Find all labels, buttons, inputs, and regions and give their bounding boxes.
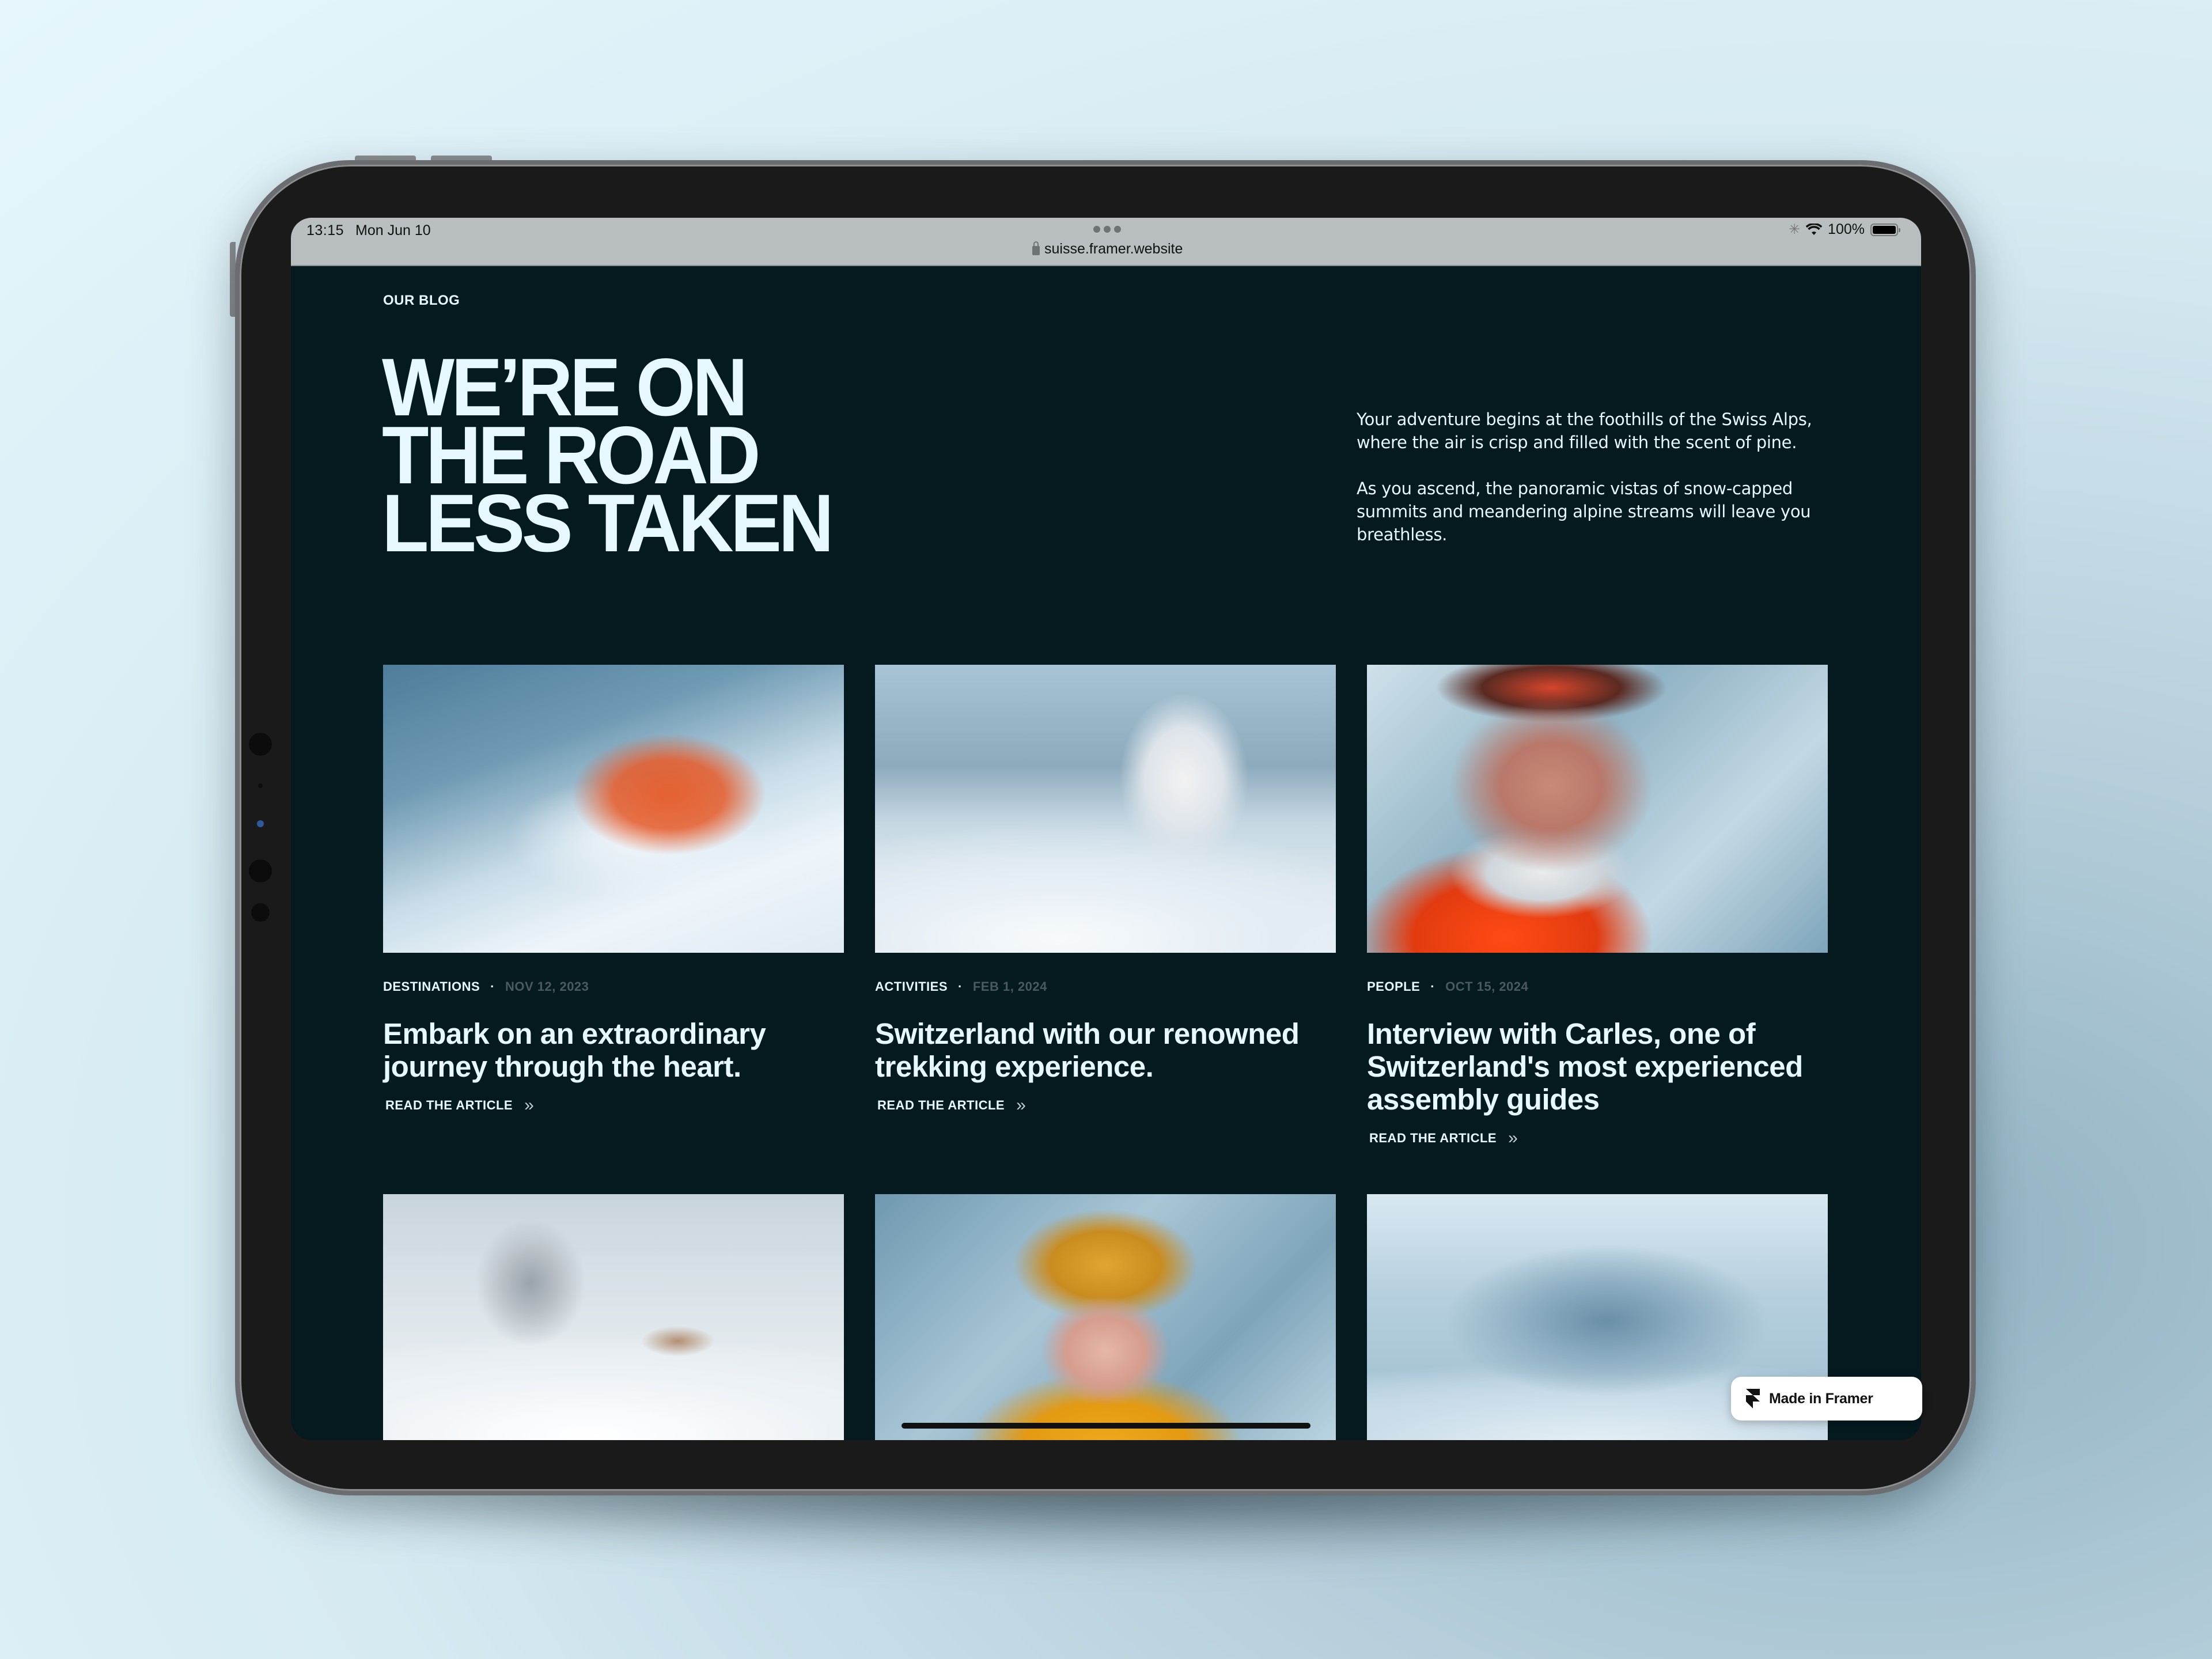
address-bar[interactable]: suisse.framer.website [1032, 241, 1183, 257]
framer-logo-icon [1746, 1389, 1760, 1408]
read-article-label: READ THE ARTICLE [877, 1098, 1005, 1112]
article-category[interactable]: ACTIVITIES [875, 979, 948, 994]
article-image-woman-beanie[interactable] [875, 1194, 1336, 1440]
camera-sensor [249, 859, 272, 882]
read-article-link[interactable]: READ THE ARTICLE » [875, 1096, 1336, 1115]
browser-screen: 13:15 Mon Jun 10 suisse.framer.website ✳… [291, 218, 1921, 1440]
battery-icon [1870, 223, 1900, 236]
hero-line: LESS TAKEN [382, 478, 834, 569]
article-card[interactable]: ACTIVITIES · FEB 1, 2024 Switzerland wit… [875, 665, 1336, 1148]
meta-separator: · [490, 979, 495, 994]
double-chevron-right-icon: » [1508, 1128, 1518, 1147]
article-card[interactable]: PEOPLE · OCT 15, 2024 Interview with Car… [1367, 665, 1828, 1148]
double-chevron-right-icon: » [524, 1096, 535, 1115]
read-article-label: READ THE ARTICLE [1369, 1131, 1497, 1145]
article-meta: PEOPLE · OCT 15, 2024 [1367, 979, 1828, 994]
wifi-icon [1806, 223, 1823, 235]
home-indicator[interactable] [902, 1423, 1310, 1429]
status-indicators: ✳ 100% [1788, 221, 1900, 238]
blog-page: OUR BLOG WE’RE ON THE ROAD LESS TAKEN Yo… [291, 267, 1921, 1440]
more-dots-icon[interactable] [1093, 226, 1121, 233]
article-title[interactable]: Interview with Carles, one of Switzerlan… [1367, 1017, 1805, 1116]
battery-percent: 100% [1828, 221, 1865, 237]
hero-title: WE’RE ON THE ROAD LESS TAKEN [382, 347, 834, 569]
article-date: FEB 1, 2024 [972, 979, 1047, 994]
article-category[interactable]: PEOPLE [1367, 979, 1420, 994]
read-article-link[interactable]: READ THE ARTICLE » [383, 1096, 844, 1115]
camera-sensor [258, 783, 263, 788]
article-grid-row-2 [383, 1194, 1828, 1440]
article-title[interactable]: Switzerland with our renowned trekking e… [875, 1017, 1330, 1083]
article-title[interactable]: Embark on an extraordinary journey throu… [383, 1017, 798, 1083]
section-eyebrow: OUR BLOG [383, 293, 460, 308]
meta-separator: · [958, 979, 963, 994]
intro-paragraph: As you ascend, the panoramic vistas of s… [1357, 479, 1811, 544]
meta-separator: · [1430, 979, 1435, 994]
intro-text: Your adventure begins at the foothills o… [1357, 408, 1840, 546]
status-date: Mon Jun 10 [355, 222, 431, 238]
intro-paragraph: Your adventure begins at the foothills o… [1357, 410, 1812, 452]
badge-label: Made in Framer [1769, 1390, 1873, 1407]
article-image-mountaineer[interactable] [1367, 665, 1828, 953]
article-grid: DESTINATIONS · NOV 12, 2023 Embark on an… [383, 665, 1829, 1148]
camera-sensor [251, 903, 270, 922]
activity-spinner-icon: ✳ [1788, 222, 1801, 237]
battery-level [1873, 225, 1896, 234]
article-card[interactable]: DESTINATIONS · NOV 12, 2023 Embark on an… [383, 665, 844, 1148]
article-date: OCT 15, 2024 [1445, 979, 1529, 994]
made-in-framer-badge[interactable]: Made in Framer [1731, 1377, 1922, 1421]
camera-sensor [249, 733, 272, 756]
read-article-label: READ THE ARTICLE [385, 1098, 513, 1112]
url-text: suisse.framer.website [1044, 241, 1183, 257]
article-image-snowy-cabin[interactable] [383, 1194, 844, 1440]
article-image-snowy-tree[interactable] [875, 665, 1336, 953]
article-category[interactable]: DESTINATIONS [383, 979, 480, 994]
read-article-link[interactable]: READ THE ARTICLE » [1367, 1128, 1828, 1148]
status-time: 13:15 [306, 222, 344, 238]
status-bar: 13:15 Mon Jun 10 suisse.framer.website ✳… [291, 218, 1921, 266]
article-date: NOV 12, 2023 [505, 979, 589, 994]
article-meta: ACTIVITIES · FEB 1, 2024 [875, 979, 1336, 994]
double-chevron-right-icon: » [1016, 1096, 1027, 1115]
article-image-snowboarder[interactable] [383, 665, 844, 953]
lock-icon [1032, 241, 1040, 255]
camera-lens [257, 820, 264, 827]
article-meta: DESTINATIONS · NOV 12, 2023 [383, 979, 844, 994]
